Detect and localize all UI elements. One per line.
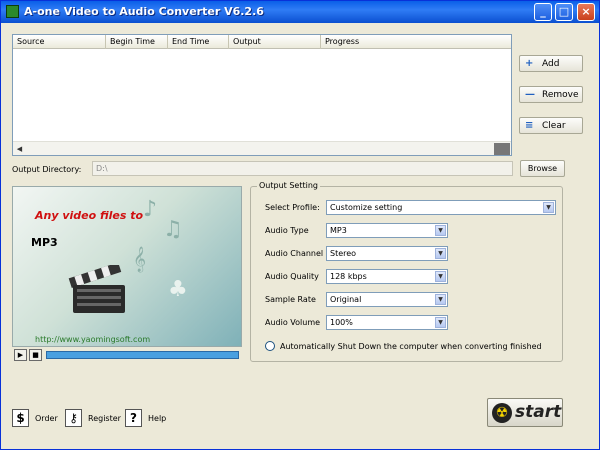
key-icon: ⚷ (65, 409, 82, 427)
register-label: Register (88, 414, 121, 423)
audio-volume-value: 100% (330, 318, 353, 327)
output-setting-group: Output Setting Select Profile: Customize… (250, 181, 563, 362)
audio-quality-select[interactable]: 128 kbps ▼ (326, 269, 448, 284)
audio-type-value: MP3 (330, 226, 347, 235)
video-preview: Any video files to MP3 ♪ ♫ 𝄞 ♣ http://ww… (12, 186, 242, 347)
title-bar[interactable]: A-one Video to Audio Converter V6.2.6 _ … (1, 1, 599, 23)
plus-icon: + (525, 58, 534, 69)
preview-caption: Any video files to (35, 209, 144, 222)
stop-icon[interactable]: ■ (29, 349, 42, 361)
audio-type-select[interactable]: MP3 ▼ (326, 223, 448, 238)
chevron-down-icon[interactable]: ▼ (435, 294, 446, 305)
music-note-icon: ♣ (168, 277, 188, 302)
remove-button[interactable]: — Remove (519, 86, 583, 103)
help-icon: ? (125, 409, 142, 427)
remove-button-label: Remove (542, 90, 579, 100)
radiation-icon: ☢ (492, 403, 512, 423)
audio-channel-select[interactable]: Stereo ▼ (326, 246, 448, 261)
add-button-label: Add (542, 59, 560, 69)
preview-format: MP3 (31, 236, 58, 249)
playback-bar: ▶ ■ (12, 348, 242, 362)
profile-select[interactable]: Customize setting ▼ (326, 200, 556, 215)
dollar-icon: $ (12, 409, 29, 427)
horizontal-scrollbar[interactable]: ◀ ▶ (13, 141, 511, 155)
window-title: A-one Video to Audio Converter V6.2.6 (24, 5, 264, 18)
sample-rate-label: Sample Rate (265, 295, 316, 304)
clear-button[interactable]: ≡ Clear (519, 117, 583, 134)
audio-channel-label: Audio Channel (265, 249, 324, 258)
browse-button[interactable]: Browse (520, 160, 565, 177)
column-progress[interactable]: Progress (321, 35, 511, 49)
audio-volume-label: Audio Volume (265, 318, 321, 327)
chevron-down-icon[interactable]: ▼ (435, 248, 446, 259)
column-output[interactable]: Output (229, 35, 321, 49)
column-begin-time[interactable]: Begin Time (106, 35, 168, 49)
sample-rate-select[interactable]: Original ▼ (326, 292, 448, 307)
audio-channel-value: Stereo (330, 249, 357, 258)
scroll-thumb[interactable] (494, 143, 510, 155)
file-list-header: Source Begin Time End Time Output Progre… (13, 35, 511, 49)
music-note-icon: ♫ (163, 217, 183, 242)
maximize-button[interactable]: □ (555, 3, 573, 21)
profile-value: Customize setting (330, 203, 403, 212)
help-label: Help (148, 414, 167, 423)
output-setting-title: Output Setting (257, 181, 320, 190)
output-directory-field[interactable]: D:\ (92, 161, 513, 176)
add-button[interactable]: + Add (519, 55, 583, 72)
audio-quality-label: Audio Quality (265, 272, 319, 281)
chevron-down-icon[interactable]: ▼ (435, 225, 446, 236)
clear-button-label: Clear (542, 121, 566, 131)
minimize-button[interactable]: _ (534, 3, 552, 21)
chevron-down-icon[interactable]: ▼ (435, 317, 446, 328)
app-window: A-one Video to Audio Converter V6.2.6 _ … (0, 0, 600, 450)
start-button[interactable]: ☢ start (487, 398, 563, 427)
scroll-left-icon[interactable]: ◀ (13, 143, 26, 155)
output-directory-label: Output Directory: (12, 165, 82, 174)
seek-slider[interactable] (46, 351, 239, 359)
column-source[interactable]: Source (13, 35, 106, 49)
column-end-time[interactable]: End Time (168, 35, 229, 49)
chevron-down-icon[interactable]: ▼ (543, 202, 554, 213)
clapperboard-icon (68, 265, 125, 313)
order-label: Order (35, 414, 58, 423)
eraser-icon: ≡ (525, 120, 534, 131)
start-label: start (515, 402, 562, 422)
sample-rate-value: Original (330, 295, 362, 304)
audio-volume-select[interactable]: 100% ▼ (326, 315, 448, 330)
play-icon[interactable]: ▶ (14, 349, 27, 361)
music-note-icon: ♪ (143, 197, 158, 222)
music-note-icon: 𝄞 (133, 247, 147, 272)
shutdown-checkbox[interactable] (265, 341, 275, 351)
audio-type-label: Audio Type (265, 226, 309, 235)
close-button[interactable]: × (577, 3, 595, 21)
audio-quality-value: 128 kbps (330, 272, 367, 281)
file-list[interactable]: Source Begin Time End Time Output Progre… (12, 34, 512, 156)
app-icon (6, 5, 19, 18)
profile-label: Select Profile: (265, 203, 320, 212)
minus-icon: — (525, 89, 535, 100)
shutdown-label[interactable]: Automatically Shut Down the computer whe… (280, 342, 542, 351)
website-url[interactable]: http://www.yaomingsoft.com (35, 335, 150, 344)
chevron-down-icon[interactable]: ▼ (435, 271, 446, 282)
